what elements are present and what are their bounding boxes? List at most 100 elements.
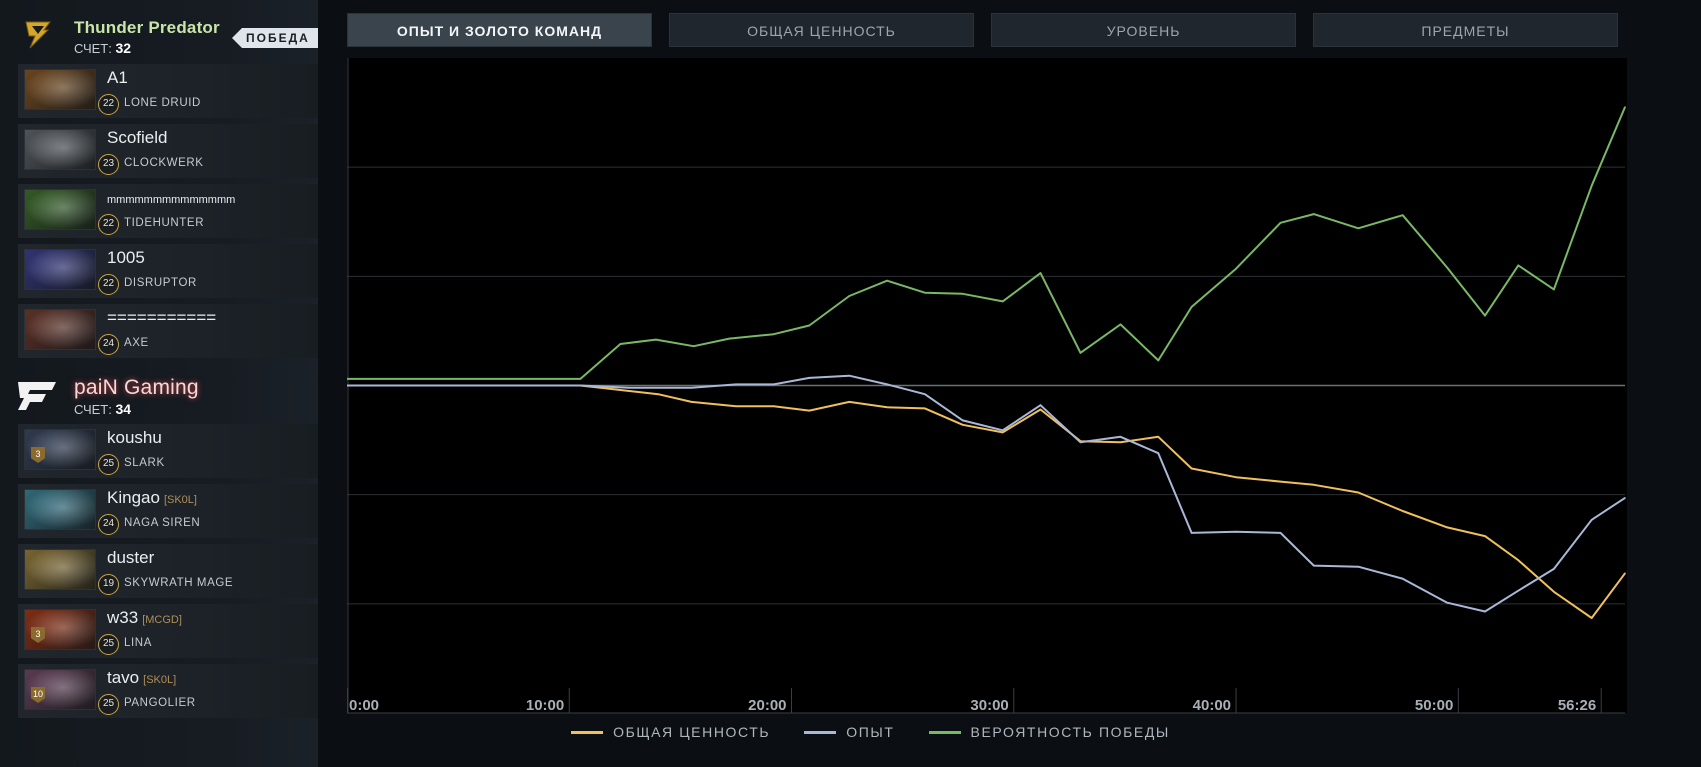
player-name[interactable]: duster	[107, 548, 154, 568]
hero-portrait[interactable]	[24, 69, 96, 110]
score-value: 34	[115, 401, 132, 417]
portrait-shade	[25, 70, 95, 109]
legend-item[interactable]: ВЕРОЯТНОСТЬ ПОБЕДЫ	[928, 720, 1170, 744]
player-name[interactable]: koushu	[107, 428, 162, 448]
series-point	[1484, 610, 1486, 613]
player-row[interactable]: 22 A1 LONE DRUID	[18, 64, 318, 118]
player-name[interactable]: A1	[107, 68, 128, 88]
series-point	[1279, 532, 1282, 534]
series-point	[1279, 222, 1282, 224]
hero-portrait[interactable]	[24, 549, 96, 590]
player-row[interactable]: 23 Scofield CLOCKWERK	[18, 124, 318, 178]
hero-portrait[interactable]	[24, 249, 96, 290]
hero-portrait[interactable]	[24, 309, 96, 350]
series-point	[1001, 429, 1004, 432]
level-badge: 25	[98, 454, 119, 475]
level-badge: 22	[98, 274, 119, 295]
series-point	[1190, 306, 1193, 308]
player-name[interactable]: ===========	[107, 308, 216, 328]
series-point	[924, 407, 926, 410]
series-point	[1624, 497, 1626, 499]
portrait-shade	[25, 310, 95, 349]
series-point	[808, 409, 811, 412]
player-row[interactable]: 19 duster SKYWRATH MAGE	[18, 544, 318, 598]
team-name: Thunder Predator	[74, 18, 220, 37]
player-row[interactable]: 3 25 koushu SLARK	[18, 424, 318, 478]
series-point	[848, 401, 851, 403]
legend-item[interactable]: ОПЫТ	[804, 720, 894, 744]
series-point	[848, 295, 851, 297]
series-point	[1001, 300, 1004, 303]
player-name-text: tavo	[107, 668, 140, 687]
player-row[interactable]: 10 25 tavo [SK0L] PANGOLIER	[18, 664, 318, 718]
x-tick-label: 20:00	[748, 697, 786, 714]
hero-name: SKYWRATH MAGE	[124, 577, 234, 589]
player-row[interactable]: 24 =========== AXE	[18, 304, 318, 358]
hero-name: CLOCKWERK	[124, 157, 204, 169]
legend-swatch	[928, 730, 961, 734]
hero-portrait[interactable]: 3	[24, 609, 96, 650]
series-point	[772, 383, 775, 386]
level-badge: 22	[98, 94, 119, 115]
series-point	[1119, 436, 1122, 438]
team-header-bottom: paiN Gaming СЧЕТ: 34	[0, 370, 318, 430]
legend-swatch	[804, 730, 837, 734]
score-label: СЧЕТ:	[74, 402, 112, 417]
series-point	[1553, 591, 1555, 593]
series-point	[1039, 408, 1042, 411]
player-name[interactable]: 1005	[107, 248, 145, 268]
level-badge: 19	[98, 574, 119, 595]
series-point	[1235, 531, 1237, 533]
player-name[interactable]: Scofield	[107, 128, 167, 148]
tab-2[interactable]: ОБЩАЯ ЦЕННОСТЬ	[669, 13, 974, 47]
player-name[interactable]: Kingao [SK0L]	[107, 488, 197, 508]
series-point	[1446, 266, 1448, 269]
hero-portrait[interactable]	[24, 129, 96, 170]
series-point	[1484, 314, 1486, 317]
portrait-shade	[25, 550, 95, 589]
tab-3[interactable]: УРОВЕНЬ	[991, 13, 1296, 47]
series-point	[1357, 565, 1360, 568]
player-name[interactable]: tavo [SK0L]	[107, 668, 176, 688]
hero-portrait[interactable]	[24, 189, 96, 230]
series-point	[848, 374, 851, 377]
hero-portrait[interactable]: 10	[24, 669, 96, 710]
player-name-text: koushu	[107, 428, 162, 447]
series-point	[1446, 526, 1448, 529]
player-name[interactable]: mmmmmmmmmmmmmm	[107, 194, 235, 206]
series-point	[735, 405, 737, 408]
series-point	[1401, 510, 1404, 512]
series-point	[1039, 272, 1042, 274]
tab-1[interactable]: ОПЫТ И ЗОЛОТО КОМАНД	[347, 13, 652, 47]
player-name-text: w33	[107, 608, 139, 627]
player-row[interactable]: 22 mmmmmmmmmmmmmm TIDEHUNTER	[18, 184, 318, 238]
team-score: СЧЕТ: 32	[74, 40, 131, 56]
tab-4[interactable]: ПРЕДМЕТЫ	[1313, 13, 1618, 47]
player-row[interactable]: 22 1005 DISRUPTOR	[18, 244, 318, 298]
series-point	[1079, 352, 1082, 354]
hero-portrait[interactable]: 3	[24, 429, 96, 470]
series-point	[886, 406, 888, 409]
legend-label: ОБЩАЯ ЦЕННОСТЬ	[613, 724, 771, 740]
level-badge: 23	[98, 154, 119, 175]
series-point	[628, 390, 631, 392]
player-name-text: 1005	[107, 248, 145, 267]
portrait-shade	[25, 490, 95, 529]
hero-name: LONE DRUID	[124, 97, 201, 109]
series-point	[1357, 491, 1360, 494]
player-name[interactable]: w33 [MCGD]	[107, 608, 182, 628]
series-point	[1313, 213, 1315, 215]
hero-portrait[interactable]	[24, 489, 96, 530]
player-team-tag: [SK0L]	[163, 494, 197, 506]
player-row[interactable]: 24 Kingao [SK0L] NAGA SIREN	[18, 484, 318, 538]
series-point	[1190, 467, 1193, 470]
player-row[interactable]: 3 25 w33 [MCGD] LINA	[18, 604, 318, 658]
legend-item[interactable]: ОБЩАЯ ЦЕННОСТЬ	[571, 720, 770, 744]
player-team-tag: [MCGD]	[142, 614, 182, 626]
series-point	[655, 338, 657, 341]
team-graph: 0:00 10:00 20:00 30:00 40:00 50:00 56:26	[347, 58, 1627, 718]
series-point	[1039, 404, 1042, 407]
series-point	[1119, 441, 1122, 444]
series-point	[1313, 564, 1315, 567]
series-point	[808, 324, 811, 327]
